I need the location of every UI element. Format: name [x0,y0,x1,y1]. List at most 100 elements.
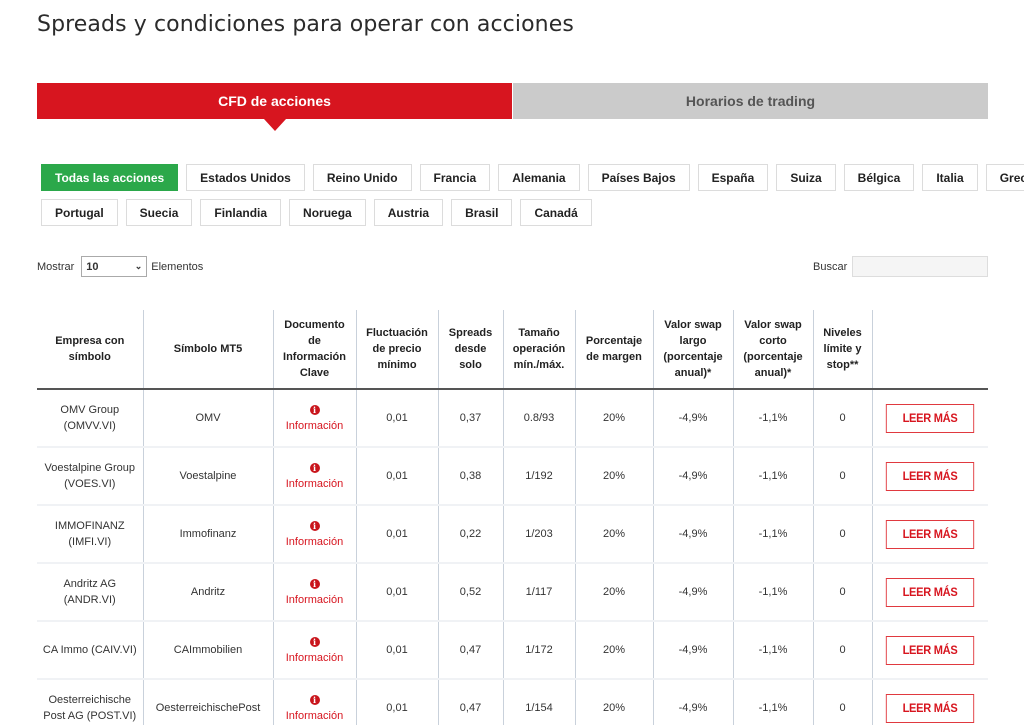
margin-cell: 20% [574,447,653,506]
info-link-label: Información [285,478,344,490]
filter-button[interactable]: Finlandia [200,199,282,226]
filter-button[interactable]: España [697,164,769,191]
info-icon: i [309,521,320,531]
swap-long-cell: -4,9% [652,563,733,622]
page-length-select[interactable]: 10 ⌄ [81,256,148,277]
info-link-label: Información [285,594,344,606]
header-trade-size[interactable]: Tamaño operación mín./máx. [502,310,575,390]
fluctuation-cell: 0,01 [355,389,438,448]
table-row: IMMOFINANZ (IMFI.VI) Immofinanz i Informaci… [37,505,988,564]
swap-long-cell: -4,9% [652,447,733,506]
info-link-label: Información [285,710,344,722]
swap-short-cell: -1,1% [732,679,813,725]
company-cell: OMV Group (OMVV.VI) [37,389,143,448]
fluctuation-cell: 0,01 [355,679,438,725]
swap-short-cell: -1,1% [732,447,813,506]
trade-size-cell: 1/154 [502,679,575,725]
filter-button[interactable]: Estados Unidos [186,164,305,191]
stocks-table: Empresa con símbolo Símbolo MT5 Document… [37,310,988,725]
table-row: Oesterreichische Post AG (POST.VI) Oester… [37,679,988,725]
info-link-label: Información [285,536,344,548]
tab-bar: CFD de acciones Horarios de trading [37,83,988,131]
header-limit-stop-levels[interactable]: Niveles límite y stop** [812,310,872,390]
swap-long-cell: -4,9% [652,389,733,448]
margin-cell: 20% [574,621,653,680]
company-cell: Andritz AG (ANDR.VI) [37,563,143,622]
filter-button[interactable]: Suiza [776,164,836,191]
read-more-button[interactable]: LEER MÁS [886,693,975,723]
info-icon: i [309,695,320,705]
kid-document-link[interactable]: i Información [272,389,356,448]
trade-size-cell: 1/203 [502,505,575,564]
info-icon: i [309,463,320,473]
symbol-cell: OMV [142,389,273,448]
filter-button[interactable]: Canadá [520,199,592,226]
search-input[interactable] [852,256,989,277]
filter-button[interactable]: Alemania [498,164,580,191]
filter-button[interactable]: Suecia [125,199,193,226]
symbol-cell: Immofinanz [142,505,273,564]
margin-cell: 20% [574,389,653,448]
kid-document-link[interactable]: i Información [272,563,356,622]
filter-button[interactable]: Bélgica [843,164,915,191]
filter-button[interactable]: Países Bajos [587,164,690,191]
info-link-label: Información [285,420,344,432]
trade-size-cell: 1/192 [502,447,575,506]
filter-button[interactable]: Italia [922,164,978,191]
read-more-button[interactable]: LEER MÁS [886,403,975,433]
read-more-button[interactable]: LEER MÁS [886,461,975,491]
header-swap-short[interactable]: Valor swap corto (porcentaje anual)* [732,310,813,390]
fluctuation-cell: 0,01 [355,563,438,622]
actions-cell: LEER MÁS [871,621,988,680]
filter-button[interactable]: Brasil [451,199,513,226]
tab-cfd-acciones[interactable]: CFD de acciones [37,83,513,131]
show-label: Mostrar [37,260,75,273]
page-title: Spreads y condiciones para operar con ac… [37,12,574,37]
filter-button[interactable]: Portugal [41,199,118,226]
header-kid-document[interactable]: Documento de Información Clave [272,310,356,390]
levels-cell: 0 [812,563,872,622]
filter-button[interactable]: Austria [373,199,444,226]
trade-size-cell: 0.8/93 [502,389,575,448]
header-company[interactable]: Empresa con símbolo [37,310,143,390]
spread-cell: 0,47 [437,621,503,680]
symbol-cell: Voestalpine [142,447,273,506]
filter-button[interactable]: Reino Unido [312,164,412,191]
active-tab-indicator [263,119,286,131]
filter-button[interactable]: Noruega [289,199,366,226]
filter-button[interactable]: Grecia [985,164,1024,191]
levels-cell: 0 [812,447,872,506]
fluctuation-cell: 0,01 [355,505,438,564]
header-spreads[interactable]: Spreads desde solo [437,310,503,390]
filter-button[interactable]: Francia [419,164,491,191]
header-min-fluctuation[interactable]: Fluctuación de precio mínimo [355,310,438,390]
search-label: Buscar [813,260,848,273]
filter-button[interactable]: Todas las acciones [41,164,179,191]
swap-short-cell: -1,1% [732,389,813,448]
page-length-value: 10 [86,260,99,273]
header-symbol-mt5[interactable]: Símbolo MT5 [142,310,273,390]
levels-cell: 0 [812,679,872,725]
read-more-button[interactable]: LEER MÁS [886,577,975,607]
swap-short-cell: -1,1% [732,621,813,680]
read-more-button[interactable]: LEER MÁS [886,635,975,665]
kid-document-link[interactable]: i Información [272,679,356,725]
company-cell: Voestalpine Group (VOES.VI) [37,447,143,506]
levels-cell: 0 [812,389,872,448]
kid-document-link[interactable]: i Información [272,505,356,564]
kid-document-link[interactable]: i Información [272,447,356,506]
search-control: Buscar [813,256,989,277]
margin-cell: 20% [574,679,653,725]
header-margin[interactable]: Porcentaje de margen [574,310,653,390]
header-swap-long[interactable]: Valor swap largo (porcentaje anual)* [652,310,733,390]
tab-horarios-trading[interactable]: Horarios de trading [513,83,988,119]
symbol-cell: OesterreichischePost [142,679,273,725]
fluctuation-cell: 0,01 [355,621,438,680]
actions-cell: LEER MÁS [871,447,988,506]
read-more-button[interactable]: LEER MÁS [886,519,975,549]
table-row: CA Immo (CAIV.VI) CAImmobilien i Informació… [37,621,988,680]
info-icon: i [309,579,320,589]
swap-short-cell: -1,1% [732,505,813,564]
kid-document-link[interactable]: i Información [272,621,356,680]
company-cell: CA Immo (CAIV.VI) [37,621,143,680]
